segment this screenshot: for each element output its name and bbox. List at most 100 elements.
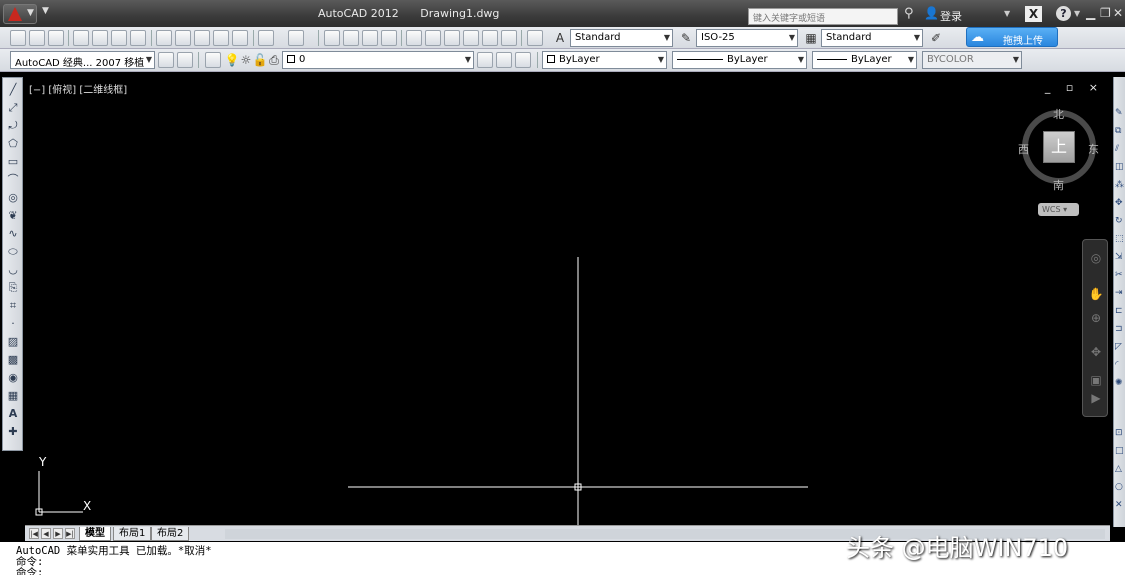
insert-block-icon[interactable]: ⎘ [5, 280, 21, 296]
drawing-viewport[interactable]: [−] [俯视] [二维线框] _ ▫ × Y X 上 北 南 东 西 WCS … [25, 77, 1110, 525]
hatch-icon[interactable]: ▨ [5, 334, 21, 350]
break-icon[interactable]: ⊏ [1115, 305, 1125, 317]
move-icon[interactable]: ✥ [1115, 197, 1125, 209]
help-dropdown-icon[interactable]: ▼ [1074, 9, 1080, 18]
tab-model[interactable]: 模型 [79, 527, 111, 541]
minimize-button[interactable]: ▁ [1086, 6, 1095, 20]
next-tab-icon[interactable]: ▶ [53, 528, 63, 539]
clean-screen-button[interactable] [177, 52, 193, 68]
erase-icon[interactable]: ✎ [1115, 107, 1125, 119]
spline-icon[interactable]: ∿ [5, 226, 21, 242]
dim-style-select[interactable]: ISO-25 ▼ [696, 29, 798, 47]
block-editor-button[interactable] [232, 30, 248, 46]
table-style-select[interactable]: Standard ▼ [821, 29, 923, 47]
zoom-previous-button[interactable] [381, 30, 397, 46]
rectangle-icon[interactable]: ▭ [5, 154, 21, 170]
close-window-button[interactable]: ✕ [1113, 6, 1123, 20]
publish-button[interactable] [111, 30, 127, 46]
region-icon[interactable]: ◉ [5, 370, 21, 386]
explode-icon[interactable]: ✺ [1115, 377, 1125, 389]
help-button[interactable]: ? [1056, 6, 1071, 21]
quickcalc-button[interactable] [501, 30, 517, 46]
layer-previous-button[interactable] [496, 52, 512, 68]
linetype-select[interactable]: ByLayer ▼ [672, 51, 807, 69]
snap-endpoint-icon[interactable]: □ [1115, 445, 1125, 457]
prev-tab-icon[interactable]: ◀ [41, 528, 51, 539]
open-file-button[interactable] [29, 30, 45, 46]
3d-print-button[interactable] [130, 30, 146, 46]
quick-access-dropdown-icon[interactable]: ▼ [42, 6, 49, 16]
construction-line-icon[interactable]: ⤢ [5, 100, 21, 116]
user-icon[interactable]: 👤 [924, 6, 939, 20]
compass-north[interactable]: 北 [1053, 106, 1064, 122]
rotate-icon[interactable]: ↻ [1115, 215, 1125, 227]
tool-palettes-button[interactable] [444, 30, 460, 46]
table-icon[interactable]: ▦ [5, 388, 21, 404]
viewcube-top-face[interactable]: 上 [1043, 131, 1075, 163]
mirror-icon[interactable]: ⫽ [1115, 143, 1125, 155]
object-snap-icon[interactable]: ⊡ [1115, 427, 1125, 439]
compass-south[interactable]: 南 [1053, 177, 1064, 193]
help-toolbar-button[interactable] [527, 30, 543, 46]
sheet-set-button[interactable] [463, 30, 479, 46]
pan-hand-icon[interactable]: ✋ [1088, 286, 1104, 302]
save-button[interactable] [48, 30, 64, 46]
restore-button[interactable]: ❐ [1100, 6, 1111, 20]
last-tab-icon[interactable]: ▶| [65, 528, 75, 539]
make-current-layer-button[interactable] [477, 52, 493, 68]
copy-button[interactable] [175, 30, 191, 46]
markup-button[interactable] [482, 30, 498, 46]
layer-state-button[interactable] [515, 52, 531, 68]
line-tool-icon[interactable]: ╱ [5, 82, 21, 98]
offset-icon[interactable]: ◫ [1115, 161, 1125, 173]
first-tab-icon[interactable]: |◀ [29, 528, 39, 539]
login-button[interactable]: 登录 [940, 8, 962, 24]
stretch-icon[interactable]: ⇲ [1115, 251, 1125, 263]
chamfer-icon[interactable]: ◸ [1115, 341, 1125, 353]
array-icon[interactable]: ⁂ [1115, 179, 1125, 191]
steering-wheel-icon[interactable]: ◎ [1088, 250, 1104, 266]
snap-midpoint-icon[interactable]: △ [1115, 463, 1125, 475]
login-dropdown-icon[interactable]: ▼ [1004, 9, 1010, 18]
redo-button[interactable] [288, 30, 304, 46]
undo-button[interactable] [258, 30, 274, 46]
polygon-icon[interactable]: ⬠ [5, 136, 21, 152]
make-block-icon[interactable]: ⌗ [5, 298, 21, 314]
zoom-realtime-button[interactable] [343, 30, 359, 46]
trim-icon[interactable]: ✂ [1115, 269, 1125, 281]
arc-icon[interactable]: ⌒ [5, 172, 21, 188]
match-properties-button[interactable] [213, 30, 229, 46]
design-center-button[interactable] [425, 30, 441, 46]
cut-button[interactable] [156, 30, 172, 46]
add-selected-icon[interactable]: ✚ [5, 424, 21, 440]
plot-preview-button[interactable] [92, 30, 108, 46]
join-icon[interactable]: ⊐ [1115, 323, 1125, 335]
zoom-window-button[interactable] [362, 30, 378, 46]
new-file-button[interactable] [10, 30, 26, 46]
text-style-select[interactable]: Standard ▼ [570, 29, 673, 47]
scale-icon[interactable]: ⬚ [1115, 233, 1125, 245]
layer-properties-button[interactable] [205, 52, 221, 68]
application-menu-button[interactable]: ▼ [3, 4, 37, 24]
snap-center-icon[interactable]: ○ [1115, 481, 1125, 493]
multiline-text-icon[interactable]: A [5, 406, 21, 422]
drawing-canvas[interactable] [25, 77, 1110, 525]
copy-object-icon[interactable]: ⧉ [1115, 125, 1125, 137]
paste-button[interactable] [194, 30, 210, 46]
revision-cloud-icon[interactable]: ❦ [5, 208, 21, 224]
color-select[interactable]: ByLayer ▼ [542, 51, 667, 69]
pan-button[interactable] [324, 30, 340, 46]
fillet-icon[interactable]: ◜ [1115, 359, 1125, 371]
showmotion-icon[interactable]: ▣ [1088, 372, 1104, 388]
plot-style-select[interactable]: BYCOLOR ▼ [922, 51, 1022, 69]
cloud-upload-button[interactable]: ☁ 拖拽上传 [966, 27, 1058, 47]
workspace-select[interactable]: AutoCAD 经典... 2007 移植 ▼ [10, 51, 155, 69]
gradient-icon[interactable]: ▩ [5, 352, 21, 368]
search-input[interactable]: 键入关键字或短语 [748, 8, 898, 25]
plot-button[interactable] [73, 30, 89, 46]
compass-east[interactable]: 东 [1088, 141, 1099, 157]
tab-layout1[interactable]: 布局1 [113, 527, 152, 541]
zoom-extents-icon[interactable]: ⊕ [1088, 310, 1104, 326]
wcs-menu-button[interactable]: WCS ▾ [1038, 203, 1079, 216]
tab-layout2[interactable]: 布局2 [151, 527, 190, 541]
